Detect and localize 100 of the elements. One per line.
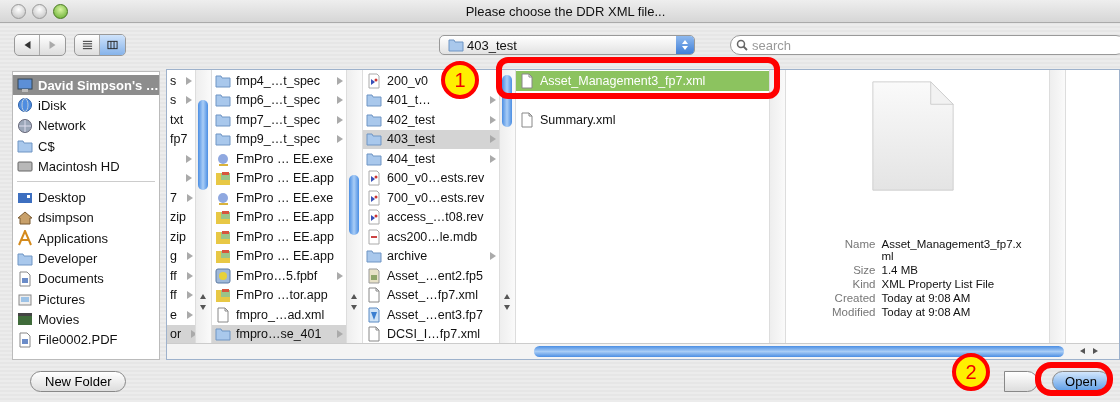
folder-icon	[366, 111, 382, 128]
scrollbar-track[interactable]	[167, 343, 1119, 359]
file-name[interactable]: Asset_…fp7.xml	[387, 288, 478, 303]
file-name[interactable]: access_…t08.rev	[387, 210, 484, 225]
info-value: Asset_Management3_fp7.xml	[881, 238, 1023, 262]
file-row[interactable]: or	[167, 324, 195, 343]
list-icon	[81, 40, 93, 50]
file-name[interactable]: fmpro_…ad.xml	[236, 307, 325, 322]
file-name: or	[170, 327, 182, 342]
file-name[interactable]: 700_v0…ests.rev	[387, 190, 485, 205]
scrollbar-track[interactable]	[195, 70, 212, 343]
sidebar-item[interactable]: dsimpson	[13, 207, 159, 229]
folder-icon	[366, 92, 382, 109]
file-name[interactable]: fmp9_…t_spec	[236, 132, 321, 147]
column-view-button[interactable]	[100, 35, 125, 55]
file-name[interactable]: FmPro…5.fpbf	[236, 268, 318, 283]
zoom-button[interactable]	[53, 3, 68, 19]
scrollbar-track[interactable]	[346, 70, 363, 343]
file-name[interactable]: FmPro … EE.exe	[236, 190, 334, 205]
file-name[interactable]: s	[170, 73, 177, 88]
picture-frame-icon	[17, 291, 33, 308]
scrollbar-thumb[interactable]	[198, 100, 208, 190]
sidebar-item[interactable]: Macintosh HD	[13, 156, 159, 177]
step-badge: 2	[952, 353, 990, 391]
file-name[interactable]: fp7	[170, 132, 188, 147]
file-name[interactable]: archive	[387, 249, 428, 264]
file-name[interactable]: 200_v0	[387, 73, 428, 88]
minimize-button[interactable]	[32, 3, 47, 19]
file-row[interactable]: fmpro…se_401	[212, 324, 346, 343]
info-label: Size	[852, 264, 876, 276]
file-name[interactable]: FmPro … EE.app	[236, 229, 334, 244]
sidebar-item[interactable]: Applications	[13, 228, 159, 249]
file-name[interactable]: txt	[170, 112, 184, 127]
file-name[interactable]: fmp6_…t_spec	[236, 93, 321, 108]
file-name[interactable]: acs200…le.mdb	[387, 229, 478, 244]
file-name[interactable]: 7	[170, 190, 177, 205]
info-label: Kind	[851, 278, 876, 290]
file-name[interactable]: fmp7_…t_spec	[236, 112, 321, 127]
file-name[interactable]: zip	[170, 229, 186, 244]
folder-icon	[215, 92, 231, 109]
info-value: Today at 9:08 AM	[881, 306, 972, 318]
file-name[interactable]: Summary.xml	[540, 112, 616, 127]
file-icon	[366, 72, 382, 89]
scrollbar-thumb[interactable]	[349, 175, 359, 235]
button[interactable]	[1004, 370, 1038, 392]
file-icon	[366, 170, 382, 187]
house-icon	[17, 209, 33, 226]
folder-icon	[448, 37, 464, 53]
file-name[interactable]: FmPro … EE.exe	[236, 151, 334, 166]
file-name[interactable]: FmPro … EE.app	[236, 210, 334, 225]
sidebar-item[interactable]: C$	[13, 135, 159, 157]
close-button[interactable]	[11, 3, 26, 19]
document-icon	[366, 326, 382, 343]
search-icon	[736, 39, 748, 51]
document-icon	[870, 80, 955, 192]
file-name[interactable]: e	[170, 307, 177, 322]
app-icon	[215, 248, 231, 265]
file-name[interactable]: Asset_…ent2.fp5	[387, 268, 483, 283]
file-icon	[366, 209, 382, 226]
file-name[interactable]: ff	[170, 268, 177, 283]
monitor-icon	[17, 77, 33, 94]
search-field[interactable]: search	[730, 35, 1120, 55]
file-name[interactable]: FmPro … EE.app	[236, 249, 334, 264]
folder-icon	[366, 131, 382, 148]
sidebar-item[interactable]: File0002.PDF	[13, 329, 159, 350]
file-name: 403_test	[387, 132, 435, 147]
columns-icon	[107, 40, 118, 50]
sidebar-item[interactable]: Developer	[13, 248, 159, 269]
file-name[interactable]: 402_test	[387, 112, 435, 127]
file-name[interactable]: DCSI_I…fp7.xml	[387, 327, 481, 342]
scrollbar-thumb[interactable]	[534, 346, 1064, 357]
scrollbar-thumb[interactable]	[502, 75, 512, 127]
sidebar-item[interactable]: iDisk	[13, 95, 159, 116]
file-name[interactable]: ff	[170, 288, 177, 303]
sidebar-item[interactable]: Pictures	[13, 288, 159, 310]
info-value: XML Property List File	[881, 278, 996, 290]
file-icon	[366, 228, 382, 245]
scrollbar-track[interactable]	[499, 70, 516, 343]
file-name[interactable]: FmPro …tor.app	[236, 288, 328, 303]
sidebar-item[interactable]: Movies	[13, 309, 159, 330]
sidebar-item[interactable]: Desktop	[13, 187, 159, 208]
file-name[interactable]: zip	[170, 210, 186, 225]
document-icon	[519, 72, 535, 89]
file-name[interactable]: FmPro … EE.app	[236, 171, 334, 186]
package-icon	[215, 267, 231, 284]
folder-icon	[215, 72, 231, 89]
hard-drive-icon	[17, 158, 33, 175]
file-name[interactable]: 600_v0…ests.rev	[387, 171, 485, 186]
sidebar-item[interactable]: Documents	[13, 268, 159, 289]
file-name[interactable]: Asset_…ent3.fp7	[387, 307, 483, 322]
new-folder-button[interactable]: New Folder	[30, 370, 127, 392]
document-icon	[366, 287, 382, 304]
file-name[interactable]: s	[170, 93, 177, 108]
file-name[interactable]: g	[170, 249, 177, 264]
location-popup[interactable]: 403_test	[439, 35, 695, 55]
file-name[interactable]: 401_t…	[387, 93, 431, 108]
file-name[interactable]: 404_test	[387, 151, 435, 166]
file-name[interactable]: fmp4_…t_spec	[236, 73, 321, 88]
file-row[interactable]: 403_test	[363, 129, 499, 149]
sidebar-item[interactable]: Network	[13, 115, 159, 136]
